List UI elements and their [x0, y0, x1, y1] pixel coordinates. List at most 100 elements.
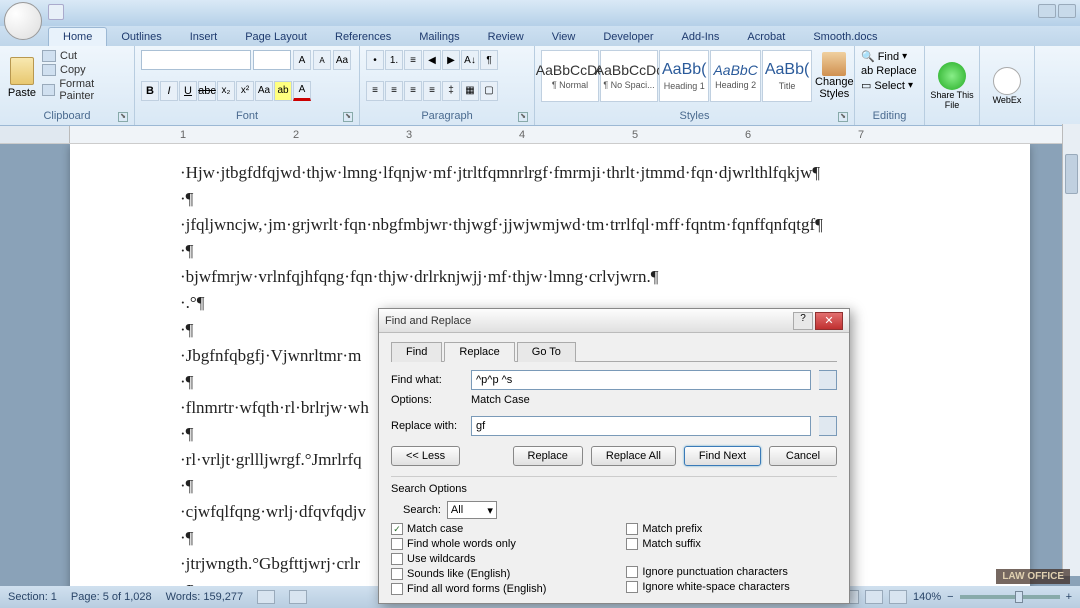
- checkbox-match-prefix[interactable]: Match prefix: [626, 523, 789, 535]
- dialog-tab-goto[interactable]: Go To: [517, 342, 576, 362]
- status-icon-1[interactable]: [257, 590, 275, 604]
- strikethrough-button[interactable]: abc: [198, 81, 216, 101]
- checkbox-ignore-white-space-characters[interactable]: Ignore white-space characters: [626, 581, 789, 593]
- search-direction-combo[interactable]: All▾: [447, 501, 497, 519]
- less-button[interactable]: << Less: [391, 446, 460, 466]
- dialog-help-button[interactable]: ?: [793, 312, 813, 330]
- tab-home[interactable]: Home: [48, 27, 107, 46]
- replace-with-input[interactable]: gf: [471, 416, 811, 436]
- document-text-line[interactable]: ·¶: [180, 240, 920, 262]
- styles-dialog-launcher[interactable]: ⬊: [838, 112, 848, 122]
- zoom-percent[interactable]: 140%: [913, 591, 941, 603]
- clear-formatting[interactable]: Aa: [333, 50, 351, 70]
- tab-view[interactable]: View: [538, 28, 590, 46]
- checkbox-sounds-like--english-[interactable]: Sounds like (English): [391, 568, 546, 580]
- change-case-button[interactable]: Aa: [255, 81, 273, 101]
- line-spacing[interactable]: ‡: [442, 81, 460, 101]
- tab-mailings[interactable]: Mailings: [405, 28, 473, 46]
- cancel-button[interactable]: Cancel: [769, 446, 837, 466]
- superscript-button[interactable]: x²: [236, 81, 254, 101]
- align-right[interactable]: ≡: [404, 81, 422, 101]
- view-outline[interactable]: [865, 590, 883, 604]
- paste-button[interactable]: Paste: [4, 48, 40, 108]
- align-center[interactable]: ≡: [385, 81, 403, 101]
- share-file-icon[interactable]: [938, 62, 966, 90]
- show-marks-button[interactable]: ¶: [480, 50, 498, 70]
- highlight-button[interactable]: ab: [274, 81, 292, 101]
- document-text-line[interactable]: ·¶: [180, 188, 920, 210]
- vertical-scrollbar[interactable]: [1062, 124, 1080, 576]
- tab-pagelayout[interactable]: Page Layout: [231, 28, 321, 46]
- checkbox-find-all-word-forms--english-[interactable]: Find all word forms (English): [391, 583, 546, 595]
- window-close[interactable]: [1058, 4, 1076, 18]
- checkbox-find-whole-words-only[interactable]: Find whole words only: [391, 538, 546, 550]
- document-text-line[interactable]: ·Hjw·jtbgfdfqjwd·thjw·lmng·lfqnjw·mf·jtr…: [180, 162, 920, 184]
- copy-button[interactable]: Copy: [42, 64, 128, 76]
- numbering-button[interactable]: 1.: [385, 50, 403, 70]
- tab-addins[interactable]: Add-Ins: [668, 28, 734, 46]
- style-heading1[interactable]: AaBb(Heading 1: [659, 50, 709, 102]
- style-heading2[interactable]: AaBbCHeading 2: [710, 50, 760, 102]
- office-button[interactable]: [4, 2, 42, 40]
- replace-button[interactable]: abReplace: [861, 65, 918, 77]
- style-nospaci[interactable]: AaBbCcDc¶ No Spaci...: [600, 50, 658, 102]
- qat-save[interactable]: [48, 4, 64, 20]
- tab-review[interactable]: Review: [474, 28, 538, 46]
- checkbox-ignore-punctuation-characters[interactable]: Ignore punctuation characters: [626, 566, 789, 578]
- zoom-in[interactable]: +: [1066, 591, 1072, 603]
- find-next-button[interactable]: Find Next: [684, 446, 761, 466]
- tab-insert[interactable]: Insert: [176, 28, 232, 46]
- subscript-button[interactable]: x₂: [217, 81, 235, 101]
- sort-button[interactable]: A↓: [461, 50, 479, 70]
- shrink-font[interactable]: A: [313, 50, 331, 70]
- increase-indent[interactable]: ▶: [442, 50, 460, 70]
- format-painter-button[interactable]: Format Painter: [42, 78, 128, 102]
- dialog-tab-replace[interactable]: Replace: [444, 342, 514, 362]
- borders-button[interactable]: ▢: [480, 81, 498, 101]
- multilevel-button[interactable]: ≡: [404, 50, 422, 70]
- scrollbar-thumb[interactable]: [1065, 154, 1078, 194]
- view-draft[interactable]: [889, 590, 907, 604]
- select-button[interactable]: ▭Select ▾: [861, 79, 918, 92]
- clipboard-dialog-launcher[interactable]: ⬊: [118, 112, 128, 122]
- horizontal-ruler[interactable]: 1234567: [70, 126, 1080, 143]
- italic-button[interactable]: I: [160, 81, 178, 101]
- webex-icon[interactable]: [993, 67, 1021, 95]
- dialog-close-button[interactable]: ✕: [815, 312, 843, 330]
- grow-font[interactable]: A: [293, 50, 311, 70]
- find-what-dropdown[interactable]: [819, 370, 837, 390]
- document-text-line[interactable]: ·bjwfmrjw·vrlnfqjhfqng·fqn·thjw·drlrknjw…: [180, 266, 920, 288]
- bold-button[interactable]: B: [141, 81, 159, 101]
- document-text-line[interactable]: ·jfqljwncjw,·jm·grjwrlt·fqn·nbgfmbjwr·th…: [180, 214, 920, 236]
- align-left[interactable]: ≡: [366, 81, 384, 101]
- zoom-thumb[interactable]: [1015, 591, 1023, 603]
- style-normal[interactable]: AaBbCcDc¶ Normal: [541, 50, 599, 102]
- justify[interactable]: ≡: [423, 81, 441, 101]
- zoom-slider[interactable]: [960, 595, 1060, 599]
- decrease-indent[interactable]: ◀: [423, 50, 441, 70]
- cut-button[interactable]: Cut: [42, 50, 128, 62]
- underline-button[interactable]: U: [179, 81, 197, 101]
- checkbox-match-suffix[interactable]: Match suffix: [626, 538, 789, 550]
- font-color-button[interactable]: A: [293, 81, 311, 101]
- dialog-tab-find[interactable]: Find: [391, 342, 442, 362]
- font-size-combo[interactable]: [253, 50, 291, 70]
- shading-button[interactable]: ▦: [461, 81, 479, 101]
- zoom-out[interactable]: −: [947, 591, 953, 603]
- tab-outlines[interactable]: Outlines: [107, 28, 175, 46]
- replace-with-dropdown[interactable]: [819, 416, 837, 436]
- find-button[interactable]: 🔍Find ▾: [861, 50, 918, 63]
- status-words[interactable]: Words: 159,277: [166, 591, 243, 603]
- font-dialog-launcher[interactable]: ⬊: [343, 112, 353, 122]
- replace-all-button[interactable]: Replace All: [591, 446, 676, 466]
- font-family-combo[interactable]: [141, 50, 251, 70]
- tab-references[interactable]: References: [321, 28, 405, 46]
- checkbox-match-case[interactable]: ✓Match case: [391, 523, 546, 535]
- tab-developer[interactable]: Developer: [589, 28, 667, 46]
- window-minimize[interactable]: [1038, 4, 1056, 18]
- find-what-input[interactable]: ^p^p ^s: [471, 370, 811, 390]
- bullets-button[interactable]: •: [366, 50, 384, 70]
- style-title[interactable]: AaBb(Title: [762, 50, 812, 102]
- paragraph-dialog-launcher[interactable]: ⬊: [518, 112, 528, 122]
- tab-acrobat[interactable]: Acrobat: [733, 28, 799, 46]
